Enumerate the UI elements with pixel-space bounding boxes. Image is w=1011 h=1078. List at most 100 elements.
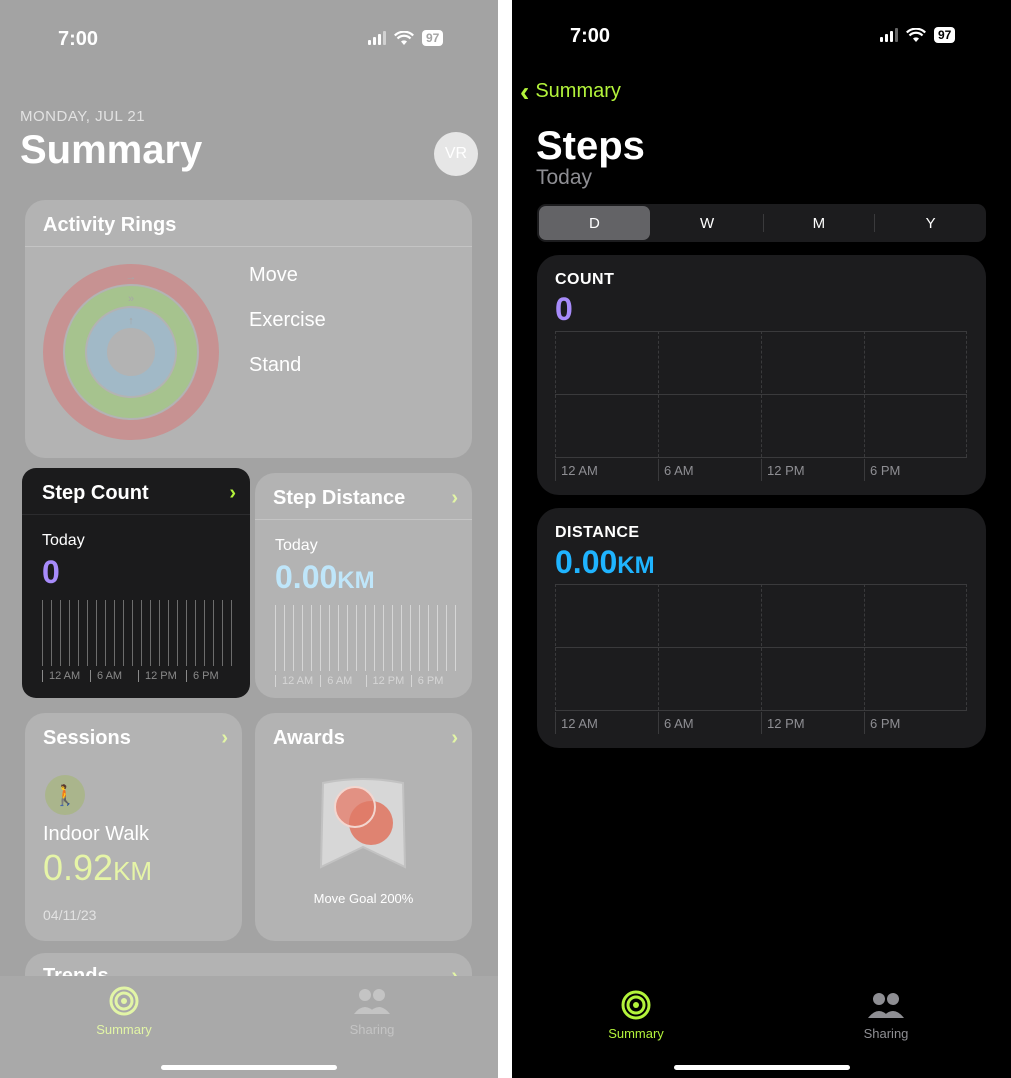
walk-icon: 🚶 bbox=[45, 775, 85, 815]
grid-line bbox=[555, 710, 967, 711]
status-icons: 97 bbox=[880, 27, 956, 43]
step-count-card[interactable]: Step Count › Today 0 12 AM 6 AM 12 PM 6 … bbox=[22, 468, 250, 698]
distance-unit: KM bbox=[337, 567, 375, 594]
grid-line bbox=[966, 584, 967, 710]
activity-rings-icon: → » ↑ bbox=[43, 264, 219, 440]
step-distance-value: 0.00KM bbox=[275, 559, 375, 596]
home-indicator[interactable] bbox=[673, 1065, 850, 1070]
svg-text:→: → bbox=[126, 271, 137, 283]
home-indicator[interactable] bbox=[161, 1065, 337, 1070]
distance-value: 0.00KM bbox=[555, 544, 655, 581]
svg-text:»: » bbox=[128, 293, 134, 305]
page-title: Summary bbox=[20, 128, 203, 172]
period-label: Today bbox=[42, 532, 85, 549]
tick-label: 6 PM bbox=[870, 716, 901, 731]
back-label: Summary bbox=[535, 80, 621, 102]
tab-bar: Summary Sharing bbox=[0, 976, 498, 1078]
distance-number: 0.00 bbox=[275, 559, 338, 595]
tab-label: Summary bbox=[96, 1022, 152, 1037]
distance-card: DISTANCE 0.00KM 12 AM 6 AM 12 PM 6 PM bbox=[537, 508, 986, 748]
wifi-icon bbox=[906, 27, 926, 42]
tick-label: 6 PM bbox=[870, 463, 901, 478]
summary-screen: 7:00 97 MONDAY, JUL 21 Summary VR Activi… bbox=[0, 0, 498, 1078]
ring-label-move: Move bbox=[249, 264, 298, 286]
status-time: 7:00 bbox=[570, 25, 611, 47]
tick-label: 6 AM bbox=[90, 670, 138, 682]
workout-distance: 0.92KM bbox=[43, 847, 152, 889]
count-label: COUNT bbox=[555, 271, 615, 288]
count-chart[interactable] bbox=[555, 331, 967, 458]
grid-line bbox=[864, 584, 865, 710]
award-label: Move Goal 200% bbox=[313, 891, 414, 906]
segment-week[interactable]: W bbox=[652, 204, 763, 242]
chevron-right-icon: › bbox=[229, 482, 236, 504]
chart-bars bbox=[275, 605, 456, 671]
award-badge-icon bbox=[319, 778, 407, 869]
grid-line bbox=[658, 584, 659, 710]
grid-line bbox=[555, 584, 556, 710]
count-value: 0 bbox=[555, 291, 573, 327]
tick-label: 6 AM bbox=[320, 675, 365, 687]
workout-distance-unit: KM bbox=[113, 856, 153, 886]
wifi-icon bbox=[394, 30, 414, 45]
tick-label: 12 PM bbox=[767, 463, 805, 478]
signal-icon bbox=[880, 28, 898, 42]
mini-chart: 12 AM 6 AM 12 PM 6 PM bbox=[275, 605, 456, 687]
segment-day[interactable]: D bbox=[539, 206, 650, 240]
tick-label: 12 PM bbox=[138, 670, 186, 682]
tab-summary[interactable]: Summary bbox=[576, 990, 696, 1041]
date-label: MONDAY, JUL 21 bbox=[20, 108, 146, 125]
chevron-right-icon: › bbox=[451, 727, 458, 749]
segment-month[interactable]: M bbox=[764, 204, 875, 242]
sessions-card[interactable]: Sessions › 🚶 Indoor Walk 0.92KM 04/11/23 bbox=[25, 713, 242, 941]
distance-label: DISTANCE bbox=[555, 524, 640, 541]
chart-bars bbox=[42, 600, 234, 666]
divider bbox=[255, 519, 472, 520]
grid-line bbox=[555, 457, 967, 458]
page-title: Steps bbox=[536, 124, 645, 168]
tab-sharing[interactable]: Sharing bbox=[826, 990, 946, 1041]
ring-label-stand: Stand bbox=[249, 354, 302, 376]
sharing-icon bbox=[868, 993, 904, 1018]
grid-line bbox=[555, 331, 556, 457]
tick-label: 12 AM bbox=[561, 716, 598, 731]
chevron-right-icon: › bbox=[221, 727, 228, 749]
page-subtitle: Today bbox=[536, 166, 593, 189]
tick-label: 6 PM bbox=[410, 675, 456, 687]
status-icons: 97 bbox=[368, 30, 444, 46]
activity-rings-card[interactable]: Activity Rings → » ↑ Move Exercise Stand bbox=[25, 200, 472, 458]
card-title: Sessions bbox=[43, 727, 131, 749]
tab-summary[interactable]: Summary bbox=[64, 986, 184, 1037]
sharing-icon bbox=[354, 989, 390, 1014]
awards-card[interactable]: Awards › Move Goal 200% bbox=[255, 713, 472, 941]
count-card: COUNT 0 12 AM 6 AM 12 PM 6 PM bbox=[537, 255, 986, 495]
grid-line bbox=[761, 331, 762, 457]
battery-icon: 97 bbox=[422, 30, 444, 46]
distance-unit: KM bbox=[617, 552, 655, 579]
workout-distance-number: 0.92 bbox=[43, 847, 114, 888]
divider bbox=[22, 514, 250, 515]
chart-ticks: 12 AM 6 AM 12 PM 6 PM bbox=[275, 675, 456, 687]
grid-line bbox=[658, 331, 659, 457]
chart-ticks: 12 AM 6 AM 12 PM 6 PM bbox=[42, 670, 234, 682]
tick-label: 12 PM bbox=[767, 716, 805, 731]
battery-icon: 97 bbox=[934, 27, 956, 43]
tab-sharing[interactable]: Sharing bbox=[312, 986, 432, 1037]
step-count-value: 0 bbox=[42, 554, 60, 590]
activity-rings-icon bbox=[109, 986, 139, 1016]
card-title: Activity Rings bbox=[43, 214, 177, 236]
chevron-right-icon: › bbox=[451, 487, 458, 509]
distance-chart[interactable] bbox=[555, 584, 967, 711]
tick-label: 6 PM bbox=[186, 670, 234, 682]
segment-year[interactable]: Y bbox=[875, 204, 986, 242]
status-time: 7:00 bbox=[58, 28, 99, 50]
back-button[interactable]: ‹ Summary bbox=[520, 77, 621, 105]
tab-label: Sharing bbox=[349, 1022, 395, 1037]
avatar[interactable]: VR bbox=[434, 132, 478, 176]
tick-label: 12 AM bbox=[275, 675, 320, 687]
grid-line bbox=[761, 584, 762, 710]
card-title: Awards bbox=[273, 727, 345, 749]
steps-screen: 7:00 97 ‹ Summary Steps Today D W M Y CO… bbox=[512, 0, 1011, 1078]
step-distance-card[interactable]: Step Distance › Today 0.00KM 12 AM 6 AM … bbox=[255, 473, 472, 698]
distance-number: 0.00 bbox=[555, 544, 618, 580]
